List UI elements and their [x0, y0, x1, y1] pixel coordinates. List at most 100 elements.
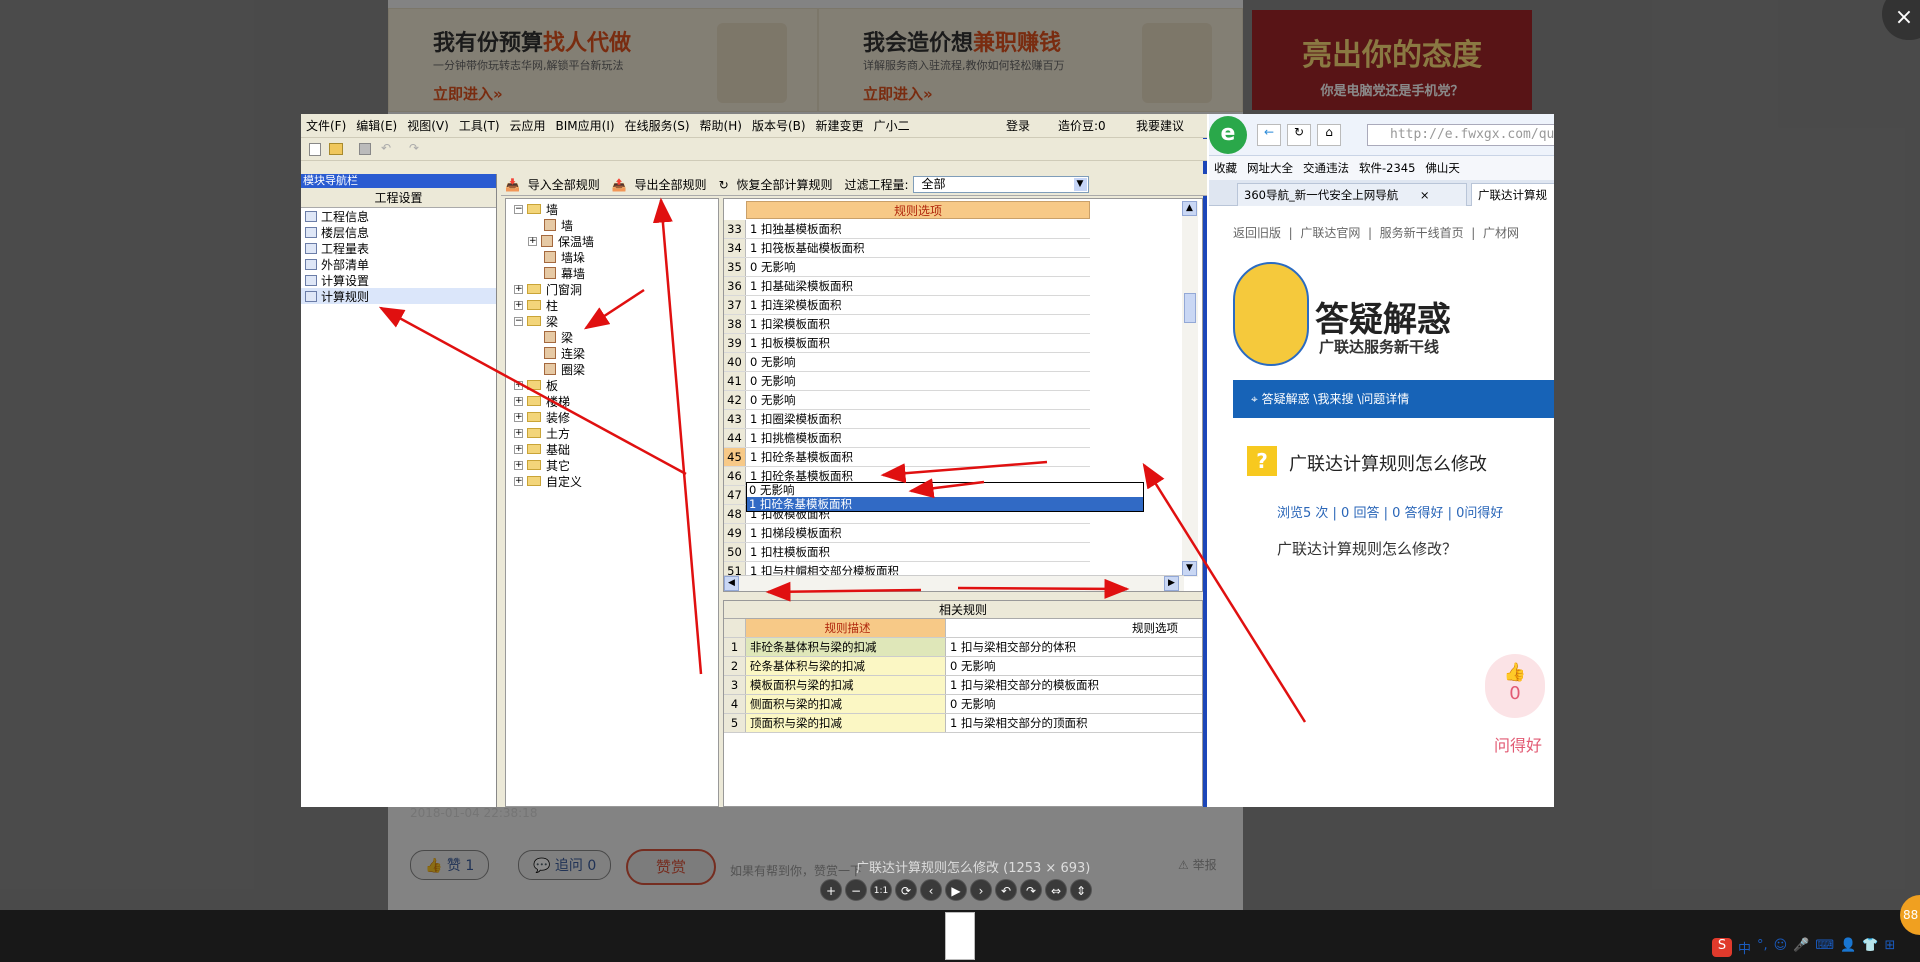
flip-vertical-icon[interactable]: ⇕ [1070, 879, 1092, 901]
address-bar[interactable]: http://e.fwxgx.com/qu [1367, 124, 1554, 146]
filter-select[interactable]: 全部 ▼ [912, 176, 1089, 193]
expand-toggle-icon[interactable]: + [514, 300, 523, 310]
rule-value[interactable]: 1 扣板模板面积 [746, 334, 830, 352]
expand-toggle-icon[interactable]: + [514, 444, 523, 454]
nav-item-project-info[interactable]: 工程信息 [301, 208, 496, 224]
rule-row[interactable]: 44 1 扣挑檐模板面积 [724, 429, 1090, 448]
menu-tools[interactable]: 工具(T) [454, 114, 505, 138]
rule-value[interactable]: 1 扣基础梁模板面积 [746, 277, 853, 295]
user-icon[interactable]: 👤 [1840, 938, 1856, 957]
rule-value[interactable]: 1 扣砼条基模板面积 [746, 448, 853, 466]
skin-icon[interactable]: 👕 [1862, 938, 1878, 957]
nav-section-header[interactable]: 工程设置 [301, 188, 496, 208]
rule-value[interactable]: 1 扣独基模板面积 [746, 220, 841, 238]
rule-value[interactable]: 0 无影响 [746, 258, 795, 276]
expand-toggle-icon[interactable]: + [514, 284, 523, 294]
related-cell-o[interactable]: 1 扣与梁相交部分的顶面积 [946, 714, 1202, 732]
tree-node[interactable]: 墙 [544, 217, 573, 233]
home-icon[interactable]: ⌂ [1317, 124, 1341, 146]
tree-node[interactable]: + 门窗洞 [514, 281, 582, 297]
scroll-left-icon[interactable]: ◀ [724, 576, 739, 591]
related-rule-row[interactable]: 1 非砼条基体积与梁的扣减 1 扣与梁相交部分的体积 [724, 638, 1202, 657]
tree-node[interactable]: + 其它 [514, 457, 570, 473]
tree-node[interactable]: 连梁 [544, 345, 585, 361]
related-cell-o[interactable]: 0 无影响 [946, 657, 1202, 675]
sogou-ime-icon[interactable]: S [1712, 938, 1732, 957]
nav-item-calc-settings[interactable]: 计算设置 [301, 272, 496, 288]
fav-software[interactable]: 软件-2345 [1354, 160, 1420, 176]
nav-item-external-list[interactable]: 外部清单 [301, 256, 496, 272]
toolbox-icon[interactable]: ⊞ [1885, 938, 1896, 957]
tree-node[interactable]: − 梁 [514, 313, 558, 329]
grid-horizontal-scrollbar[interactable]: ◀ ▶ [724, 575, 1184, 591]
menu-online[interactable]: 在线服务(S) [620, 114, 695, 138]
expand-toggle-icon[interactable]: + [514, 396, 523, 406]
next-icon[interactable]: › [970, 879, 992, 901]
expand-toggle-icon[interactable]: + [528, 236, 537, 246]
rule-value[interactable]: 1 扣圈梁模板面积 [746, 410, 841, 428]
expand-toggle-icon[interactable]: + [514, 412, 523, 422]
menu-view[interactable]: 视图(V) [402, 114, 454, 138]
tree-node[interactable]: 圈梁 [544, 361, 585, 377]
rule-row[interactable]: 39 1 扣板模板面积 [724, 334, 1090, 353]
close-tab-icon[interactable]: × [1420, 188, 1430, 202]
rule-value[interactable]: 1 扣连梁模板面积 [746, 296, 841, 314]
menu-file[interactable]: 文件(F) [301, 114, 351, 138]
related-rule-row[interactable]: 5 顶面积与梁的扣减 1 扣与梁相交部分的顶面积 [724, 714, 1202, 733]
rule-value[interactable]: 0 无影响 [746, 353, 795, 371]
play-icon[interactable]: ▶ [945, 879, 967, 901]
rule-value[interactable]: 1 扣筏板基础模板面积 [746, 239, 864, 257]
rotate-left-icon[interactable]: ↶ [995, 879, 1017, 901]
rule-row[interactable]: 49 1 扣梯段模板面积 [724, 524, 1090, 543]
related-cell-o[interactable]: 1 扣与梁相交部分的体积 [946, 638, 1202, 656]
rule-value[interactable]: 0 无影响 [746, 391, 795, 409]
subnav-home[interactable]: 服务新干线首页 [1380, 226, 1464, 240]
nav-item-floor-info[interactable]: 楼层信息 [301, 224, 496, 240]
chinese-mode-icon[interactable]: 中 [1738, 938, 1751, 957]
expand-toggle-icon[interactable]: + [514, 476, 523, 486]
menu-assistant[interactable]: 广小二 [869, 114, 915, 138]
scroll-down-icon[interactable]: ▼ [1182, 561, 1197, 576]
tree-node[interactable]: 梁 [544, 329, 573, 345]
rule-row[interactable]: 35 0 无影响 [724, 258, 1090, 277]
flip-horizontal-icon[interactable]: ⇔ [1045, 879, 1067, 901]
expand-toggle-icon[interactable]: + [514, 428, 523, 438]
expand-toggle-icon[interactable]: − [514, 316, 523, 326]
menu-bim[interactable]: BIM应用(I) [551, 114, 620, 138]
subnav-material[interactable]: 广材网 [1483, 226, 1519, 240]
tab-active[interactable]: 广联达计算规 [1471, 183, 1554, 206]
tree-node[interactable]: + 土方 [514, 425, 570, 441]
tree-node[interactable]: + 楼梯 [514, 393, 570, 409]
suggest-button[interactable]: 我要建议 [1131, 114, 1189, 138]
mic-icon[interactable]: 🎤 [1793, 938, 1809, 957]
subnav-old-version[interactable]: 返回旧版 [1233, 226, 1281, 240]
related-cell-o[interactable]: 1 扣与梁相交部分的模板面积 [946, 676, 1202, 694]
save-icon[interactable] [359, 143, 371, 155]
actual-size-button[interactable]: 1:1 [870, 879, 892, 901]
dropdown-option[interactable]: 0 无影响 [747, 483, 1143, 497]
rule-row[interactable]: 43 1 扣圈梁模板面积 [724, 410, 1090, 429]
rule-value[interactable]: 1 扣挑檐模板面积 [746, 429, 841, 447]
tab-360-nav[interactable]: 360导航_新一代安全上网导航 × [1237, 183, 1467, 206]
menu-help[interactable]: 帮助(H) [695, 114, 747, 138]
menu-version[interactable]: 版本号(B) [747, 114, 811, 138]
emoji-icon[interactable]: ☺ [1774, 938, 1788, 957]
fav-bookmarks[interactable]: 收藏 [1209, 160, 1242, 176]
fav-hao123[interactable]: 网址大全 [1242, 160, 1298, 176]
rule-row[interactable]: 37 1 扣连梁模板面积 [724, 296, 1090, 315]
good-question-button[interactable]: 👍 0 [1485, 654, 1545, 718]
punctuation-icon[interactable]: °, [1757, 938, 1768, 957]
scroll-up-icon[interactable]: ▲ [1182, 201, 1197, 216]
undo-icon[interactable]: ↶ [381, 141, 391, 155]
rule-row[interactable]: 40 0 无影响 [724, 353, 1090, 372]
restore-all-rules-button[interactable]: ↻ 恢复全部计算规则 [715, 176, 841, 193]
refresh-icon[interactable]: ↻ [1287, 124, 1311, 146]
related-rule-row[interactable]: 2 砼条基体积与梁的扣减 0 无影响 [724, 657, 1202, 676]
tree-node[interactable]: 墙垛 [544, 249, 585, 265]
new-file-icon[interactable] [309, 143, 321, 156]
related-rule-row[interactable]: 3 模板面积与梁的扣减 1 扣与梁相交部分的模板面积 [724, 676, 1202, 695]
subnav-official[interactable]: 广联达官网 [1300, 226, 1360, 240]
tree-node[interactable]: + 柱 [514, 297, 558, 313]
tree-node[interactable]: + 自定义 [514, 473, 582, 489]
tree-node[interactable]: − 墙 [514, 201, 558, 217]
